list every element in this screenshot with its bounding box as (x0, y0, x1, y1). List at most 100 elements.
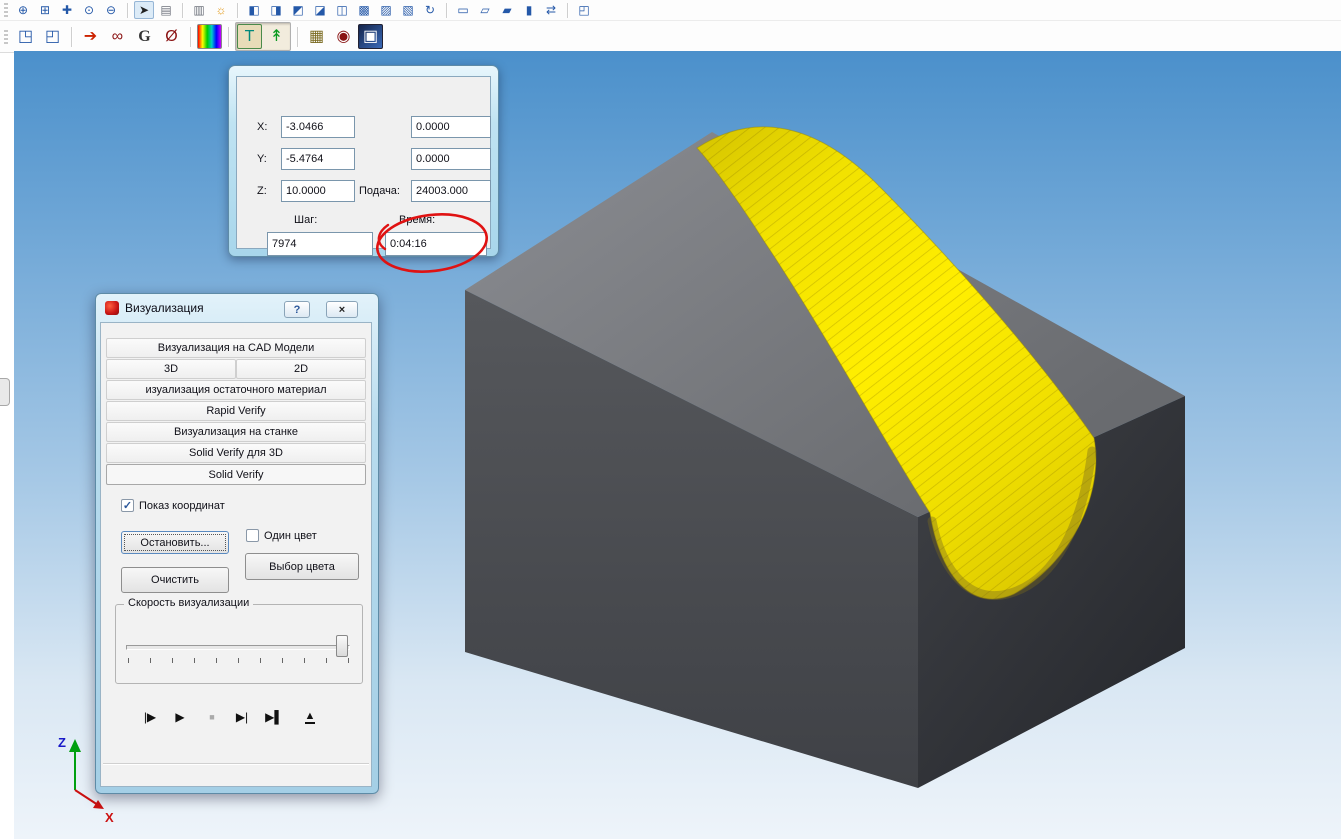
view-back-icon[interactable]: ◨ (266, 1, 286, 19)
viewport-layout-icon[interactable]: ◰ (574, 1, 594, 19)
view-bottom-icon[interactable]: ▩ (354, 1, 374, 19)
step-forward-button[interactable]: ▶▌ (261, 705, 287, 729)
visibility-toggle-group: T ↟ (235, 22, 291, 51)
sim-snapshot-icon[interactable]: ▣ (358, 24, 383, 49)
toolbar-separator (182, 2, 183, 18)
render-shaded-icon[interactable]: ▰ (497, 1, 517, 19)
speed-group: Скорость визуализации (115, 597, 363, 684)
toolbar-separator (190, 26, 191, 47)
view-front-icon[interactable]: ◧ (244, 1, 264, 19)
tab-solid-verify[interactable]: Solid Verify (106, 464, 366, 485)
tab-3d[interactable]: 3D (106, 359, 236, 379)
tab-solid-verify-3d[interactable]: Solid Verify для 3D (106, 443, 366, 463)
speed-group-label: Скорость визуализации (124, 597, 254, 609)
time-value-field[interactable]: 0:04:16 (385, 232, 487, 256)
stop-playback-button[interactable]: ■ (199, 705, 225, 729)
play-from-start-button[interactable]: |▶ (137, 705, 163, 729)
render-solid-icon[interactable]: ▮ (519, 1, 539, 19)
step-label: Шаг: (294, 214, 318, 226)
x-value2-field[interactable]: 0.0000 (411, 116, 491, 138)
x-label: X: (257, 121, 268, 133)
zoom-dynamic-icon[interactable]: ⊙ (79, 1, 99, 19)
tab-machine-visualization[interactable]: Визуализация на станке (106, 422, 366, 442)
notes-icon[interactable]: ▥ (189, 1, 209, 19)
collision-check-icon[interactable]: ◉ (331, 24, 356, 49)
postprocess-icon[interactable]: Ø (159, 24, 184, 49)
checkbox-checkmark-icon[interactable]: ✓ (121, 499, 134, 512)
view-right-icon[interactable]: ◪ (310, 1, 330, 19)
toolbar-separator (446, 2, 447, 18)
view-refresh-icon[interactable]: ⇄ (541, 1, 561, 19)
gcode-icon[interactable]: G (132, 24, 157, 49)
eject-icon: ▲ (304, 709, 316, 724)
tab-rapid-verify[interactable]: Rapid Verify (106, 401, 366, 421)
toolbar-separator (567, 2, 568, 18)
viewport-3d[interactable]: Z X X: -3.0466 0.0000 Y: -5.4764 0.0000 … (14, 51, 1341, 839)
play-to-end-button[interactable]: ▶| (229, 705, 255, 729)
one-color-checkbox[interactable]: Один цвет (246, 529, 317, 542)
visualization-dialog[interactable]: Визуализация ? × Визуализация на CAD Мод… (95, 293, 379, 794)
view-rotate-icon[interactable]: ↻ (420, 1, 440, 19)
view-toolbar: ⊕ ⊞ ✚ ⊙ ⊖ ➤ ▤ ▥ ☼ ◧ ◨ ◩ ◪ ◫ ▩ ▨ ▧ ↻ ▭ ▱ … (0, 0, 1341, 21)
zoom-window-icon[interactable]: ⊞ (35, 1, 55, 19)
pan-icon[interactable]: ✚ (57, 1, 77, 19)
sim-window-secondary-icon[interactable]: ◰ (40, 24, 65, 49)
toolbar-grip[interactable] (4, 3, 8, 17)
clear-button[interactable]: Очистить (121, 567, 229, 593)
stock-model-icon[interactable]: ▦ (304, 24, 329, 49)
left-edge-handle[interactable] (0, 378, 10, 406)
y-value-field[interactable]: -5.4764 (281, 148, 355, 170)
coordinate-panel[interactable]: X: -3.0466 0.0000 Y: -5.4764 0.0000 Z: 1… (228, 65, 499, 257)
z-value-field[interactable]: 10.0000 (281, 180, 355, 202)
speed-slider-track[interactable] (126, 645, 350, 650)
app-window: ⊕ ⊞ ✚ ⊙ ⊖ ➤ ▤ ▥ ☼ ◧ ◨ ◩ ◪ ◫ ▩ ▨ ▧ ↻ ▭ ▱ … (0, 0, 1341, 839)
y-value2-field[interactable]: 0.0000 (411, 148, 491, 170)
toolbar-separator (228, 26, 229, 47)
show-coordinates-checkbox[interactable]: ✓ Показ координат (121, 499, 225, 512)
step-value-field[interactable]: 7974 (267, 232, 373, 256)
stop-button[interactable]: Остановить... (121, 531, 229, 554)
z-axis-label: Z (58, 735, 66, 750)
checkbox-empty-icon[interactable] (246, 529, 259, 542)
view-dimetric-icon[interactable]: ▧ (398, 1, 418, 19)
color-spectrum-icon[interactable] (197, 24, 222, 49)
speed-slider-thumb[interactable] (336, 635, 348, 657)
toolpath-visibility-icon[interactable]: ↟ (264, 24, 289, 49)
tab-cad-model-visualization[interactable]: Визуализация на CAD Модели (106, 338, 366, 358)
import-toolpath-icon[interactable]: ➔ (78, 24, 103, 49)
tab-2d[interactable]: 2D (236, 359, 366, 379)
simulation-toolbar: ◳ ◰ ➔ ∞ G Ø T ↟ ▦ ◉ ▣ (0, 21, 1341, 53)
x-value-field[interactable]: -3.0466 (281, 116, 355, 138)
zoom-in-icon[interactable]: ⊕ (13, 1, 33, 19)
close-button[interactable]: × (326, 301, 358, 318)
view-isometric-icon[interactable]: ▨ (376, 1, 396, 19)
dialog-icon (105, 301, 119, 315)
view-top-icon[interactable]: ◫ (332, 1, 352, 19)
render-wireframe-icon[interactable]: ▭ (453, 1, 473, 19)
toolbar-separator (127, 2, 128, 18)
coordinate-panel-body: X: -3.0466 0.0000 Y: -5.4764 0.0000 Z: 1… (236, 76, 491, 256)
toolbar-grip[interactable] (4, 29, 8, 44)
sim-window-icon[interactable]: ◳ (13, 24, 38, 49)
dialog-bottom-separator (103, 763, 369, 764)
light-icon[interactable]: ☼ (211, 1, 231, 19)
choose-color-button[interactable]: Выбор цвета (245, 553, 359, 580)
eject-button[interactable]: ▲ (297, 705, 323, 729)
speed-slider-ticks (128, 658, 350, 663)
z-label: Z: (257, 185, 267, 197)
tab-rest-material-visualization[interactable]: изуализация остаточного материал (106, 380, 366, 400)
measure-icon[interactable]: ▤ (156, 1, 176, 19)
render-hidden-line-icon[interactable]: ▱ (475, 1, 495, 19)
tool-visibility-icon[interactable]: T (237, 24, 262, 49)
toolbar-separator (297, 26, 298, 47)
select-cursor-icon[interactable]: ➤ (134, 1, 154, 19)
zoom-previous-icon[interactable]: ⊖ (101, 1, 121, 19)
dialog-title: Визуализация (125, 301, 204, 315)
machine-view-icon[interactable]: ∞ (105, 24, 130, 49)
feed-value-field[interactable]: 24003.000 (411, 180, 491, 202)
y-label: Y: (257, 153, 267, 165)
view-left-icon[interactable]: ◩ (288, 1, 308, 19)
time-label: Время: (399, 214, 436, 226)
play-button[interactable]: ▶ (167, 705, 193, 729)
help-button[interactable]: ? (284, 301, 310, 318)
